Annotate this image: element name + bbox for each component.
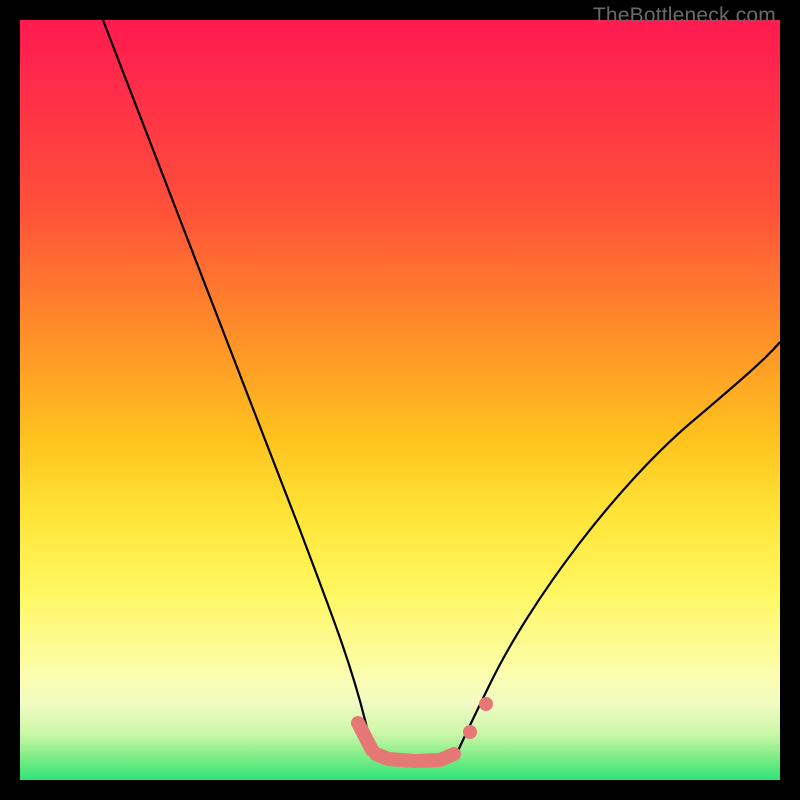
outer-black-frame: TheBottleneck.com bbox=[0, 0, 800, 800]
chart-svg bbox=[20, 20, 780, 780]
salmon-dot-right-upper bbox=[479, 697, 493, 711]
plot-area bbox=[20, 20, 780, 780]
curve-left-branch bbox=[103, 20, 374, 753]
salmon-left-slope-segment bbox=[358, 723, 372, 750]
salmon-valley-segment bbox=[376, 754, 454, 761]
salmon-dot-right-lower bbox=[463, 725, 477, 739]
watermark-text: TheBottleneck.com bbox=[593, 4, 776, 28]
curve-right-branch bbox=[457, 342, 780, 753]
